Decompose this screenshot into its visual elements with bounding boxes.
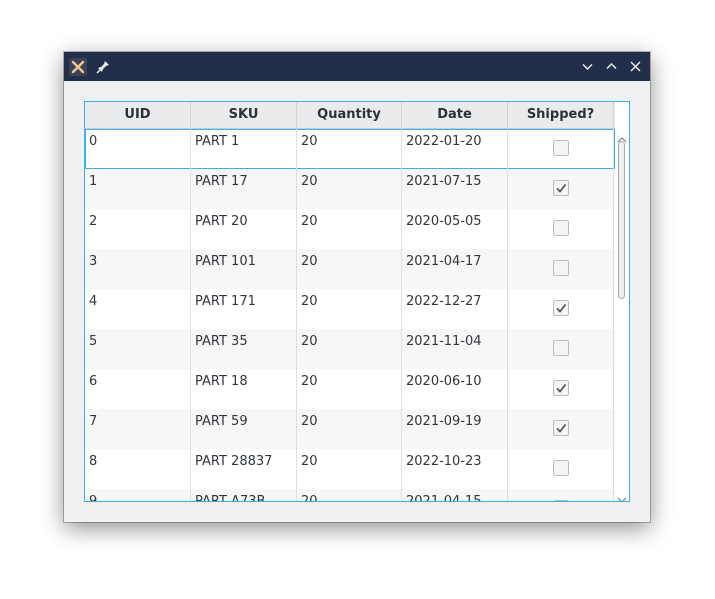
column-header-date[interactable]: Date (402, 102, 508, 128)
cell-uid[interactable]: 3 (85, 249, 191, 289)
cell-uid[interactable]: 0 (85, 129, 191, 169)
cell-sku[interactable]: PART 17 (191, 169, 297, 209)
cell-date[interactable]: 2021-11-04 (402, 329, 508, 369)
cell-shipped (508, 409, 614, 449)
cell-date[interactable]: 2022-01-20 (402, 129, 508, 169)
cell-shipped (508, 289, 614, 329)
close-button[interactable] (626, 57, 645, 76)
cell-quantity[interactable]: 20 (297, 489, 402, 501)
table-row[interactable]: 9PART A73B202021-04-15 (85, 489, 615, 501)
cell-sku[interactable]: PART 20 (191, 209, 297, 249)
shipped-checkbox[interactable] (553, 460, 569, 476)
table-row[interactable]: 2 PART 20 20 2020-05-05 (85, 209, 615, 249)
cell-date[interactable]: 2020-05-05 (402, 209, 508, 249)
shipped-checkbox[interactable] (553, 500, 569, 501)
cell-shipped (508, 209, 614, 249)
checkmark-icon (556, 384, 567, 393)
table-row[interactable]: 1 PART 17 20 2021-07-15 (85, 169, 615, 209)
shipped-checkbox[interactable] (553, 300, 569, 316)
checkmark-icon (556, 424, 567, 433)
table-header: UID SKU Quantity Date Shipped? (85, 102, 615, 129)
cell-shipped (508, 329, 614, 369)
cell-shipped (508, 489, 614, 501)
table-row[interactable]: 3 PART 101 20 2021-04-17 (85, 249, 615, 289)
cell-uid[interactable]: 9 (85, 489, 191, 501)
column-header-sku[interactable]: SKU (191, 102, 297, 128)
table-row[interactable]: 7 PART 59 20 2021-09-19 (85, 409, 615, 449)
cell-quantity[interactable]: 20 (297, 329, 402, 369)
cell-sku[interactable]: PART A73B (191, 489, 297, 501)
table-body: 0 PART 1 20 2022-01-20 1 PART 17 20 2021-07-15 2… (85, 129, 615, 501)
cell-uid[interactable]: 4 (85, 289, 191, 329)
cell-sku[interactable]: PART 59 (191, 409, 297, 449)
cell-quantity[interactable]: 20 (297, 289, 402, 329)
app-window: UID SKU Quantity Date Shipped? 0 PART 1 20… (64, 52, 650, 522)
cell-sku[interactable]: PART 28837 (191, 449, 297, 489)
cell-uid[interactable]: 6 (85, 369, 191, 409)
cell-quantity[interactable]: 20 (297, 369, 402, 409)
app-icon[interactable] (69, 58, 87, 76)
shipped-checkbox[interactable] (553, 380, 569, 396)
table-row[interactable]: 5 PART 35 20 2021-11-04 (85, 329, 615, 369)
column-header-quantity[interactable]: Quantity (297, 102, 402, 128)
table-row[interactable]: 8 PART 28837 20 2022-10-23 (85, 449, 615, 489)
cell-date[interactable]: 2021-09-19 (402, 409, 508, 449)
cell-sku[interactable]: PART 1 (191, 129, 297, 169)
shipped-checkbox[interactable] (553, 140, 569, 156)
cell-quantity[interactable]: 20 (297, 409, 402, 449)
minimize-button[interactable] (578, 57, 597, 76)
cell-date[interactable]: 2021-04-15 (402, 489, 508, 501)
cell-sku[interactable]: PART 18 (191, 369, 297, 409)
cell-quantity[interactable]: 20 (297, 129, 402, 169)
cell-uid[interactable]: 8 (85, 449, 191, 489)
cell-uid[interactable]: 1 (85, 169, 191, 209)
cell-quantity[interactable]: 20 (297, 249, 402, 289)
cell-uid[interactable]: 7 (85, 409, 191, 449)
orders-table[interactable]: UID SKU Quantity Date Shipped? 0 PART 1 20… (84, 101, 630, 502)
maximize-button[interactable] (602, 57, 621, 76)
shipped-checkbox[interactable] (553, 220, 569, 236)
cell-shipped (508, 449, 614, 489)
cell-sku[interactable]: PART 35 (191, 329, 297, 369)
cell-shipped (508, 129, 614, 169)
shipped-checkbox[interactable] (553, 180, 569, 196)
cell-date[interactable]: 2020-06-10 (402, 369, 508, 409)
scroll-up-arrow-icon[interactable] (616, 130, 628, 143)
cell-date[interactable]: 2022-10-23 (402, 449, 508, 489)
table-row[interactable]: 6 PART 18 20 2020-06-10 (85, 369, 615, 409)
column-header-shipped[interactable]: Shipped? (508, 102, 614, 128)
shipped-checkbox[interactable] (553, 260, 569, 276)
table-row[interactable]: 4 PART 171 20 2022-12-27 (85, 289, 615, 329)
scrollbar-handle[interactable] (618, 141, 625, 299)
cell-shipped (508, 249, 614, 289)
cell-date[interactable]: 2022-12-27 (402, 289, 508, 329)
cell-shipped (508, 169, 614, 209)
cell-uid[interactable]: 5 (85, 329, 191, 369)
checkmark-icon (556, 184, 567, 193)
scroll-down-arrow-icon[interactable] (616, 490, 628, 501)
column-header-uid[interactable]: UID (85, 102, 191, 128)
cell-sku[interactable]: PART 101 (191, 249, 297, 289)
vertical-scrollbar[interactable] (615, 129, 629, 501)
cell-quantity[interactable]: 20 (297, 449, 402, 489)
cell-date[interactable]: 2021-07-15 (402, 169, 508, 209)
pin-icon[interactable] (94, 57, 113, 76)
cell-quantity[interactable]: 20 (297, 169, 402, 209)
cell-shipped (508, 369, 614, 409)
shipped-checkbox[interactable] (553, 340, 569, 356)
cell-uid[interactable]: 2 (85, 209, 191, 249)
table-row[interactable]: 0 PART 1 20 2022-01-20 (85, 129, 615, 169)
title-bar[interactable] (64, 52, 650, 81)
checkmark-icon (556, 304, 567, 313)
shipped-checkbox[interactable] (553, 420, 569, 436)
cell-sku[interactable]: PART 171 (191, 289, 297, 329)
cell-date[interactable]: 2021-04-17 (402, 249, 508, 289)
cell-quantity[interactable]: 20 (297, 209, 402, 249)
